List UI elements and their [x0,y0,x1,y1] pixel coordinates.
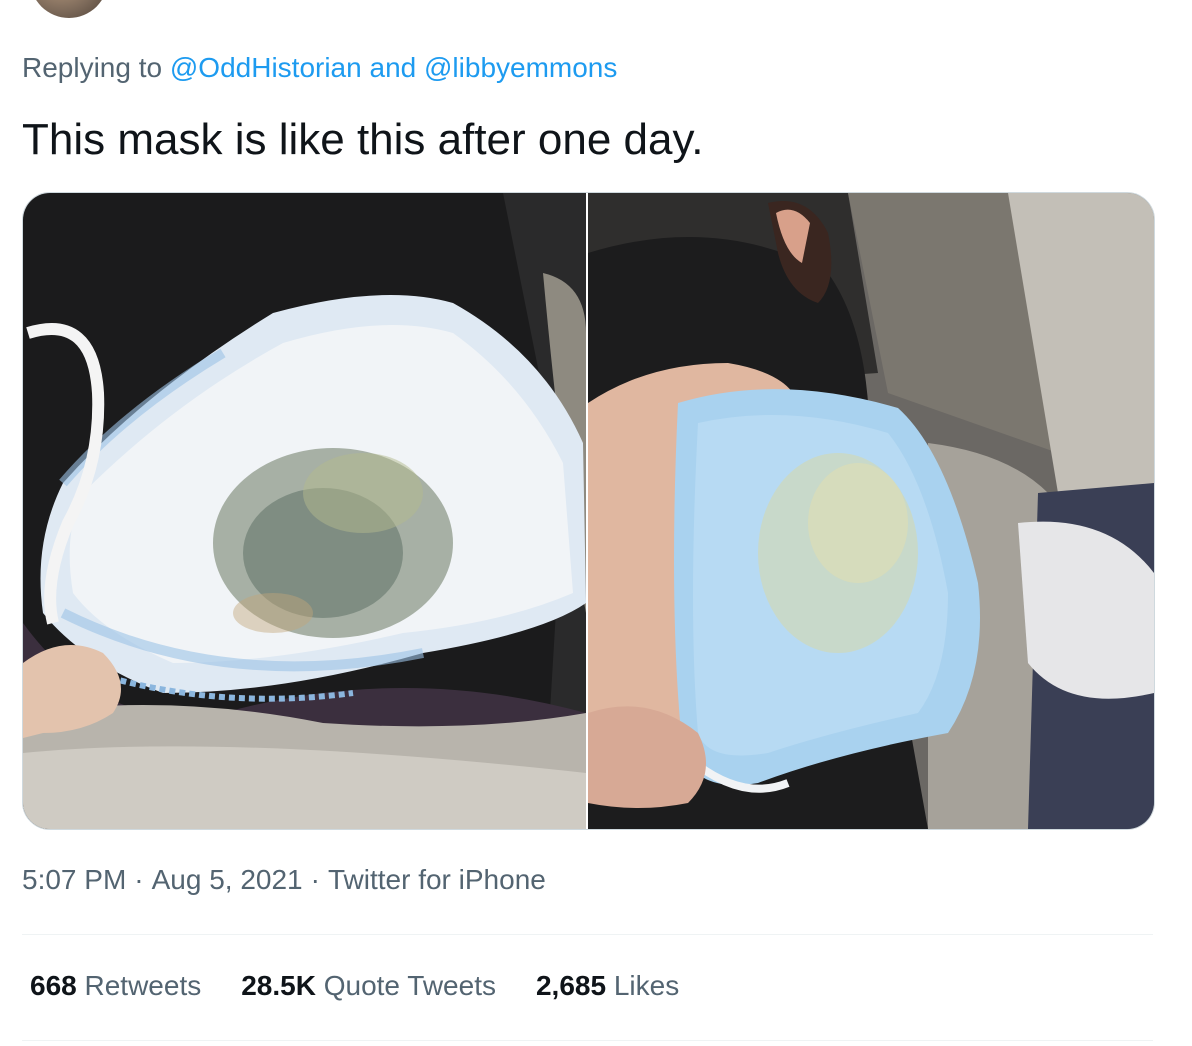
divider [22,1040,1153,1041]
mask-outside-photo [588,193,1154,829]
quote-tweets-count: 28.5K [241,970,316,1001]
replying-to-line: Replying to @OddHistorian and @libbyemmo… [22,52,617,84]
tweet-media-grid [22,192,1155,830]
divider [22,934,1153,935]
retweets-count: 668 [30,970,77,1001]
likes-stat[interactable]: 2,685 Likes [536,970,679,1002]
quote-tweets-label: Quote Tweets [323,970,496,1001]
tweet-meta: 5:07 PM · Aug 5, 2021 · Twitter for iPhone [22,864,546,896]
media-photo-right[interactable] [588,193,1154,829]
avatar[interactable] [30,0,108,18]
retweets-stat[interactable]: 668 Retweets [30,970,201,1002]
tweet-source[interactable]: Twitter for iPhone [328,864,546,895]
meta-separator: · [310,864,320,895]
mention-conjunction: and [369,52,417,83]
tweet-text: This mask is like this after one day. [22,115,704,164]
media-photo-left[interactable] [23,193,586,829]
tweet-stats: 668 Retweets 28.5K Quote Tweets 2,685 Li… [30,970,719,1002]
tweet-time[interactable]: 5:07 PM [22,864,126,895]
likes-label: Likes [613,970,680,1001]
likes-count: 2,685 [535,970,607,1001]
meta-separator: · [134,864,144,895]
retweets-label: Retweets [84,970,202,1001]
tweet-date[interactable]: Aug 5, 2021 [152,864,303,895]
quote-tweets-stat[interactable]: 28.5K Quote Tweets [241,970,496,1002]
mask-inside-photo [23,193,586,829]
replying-to-label: Replying to [22,52,163,83]
mention-link-libbyemmons[interactable]: @libbyemmons [424,52,617,83]
mention-link-oddhistorian[interactable]: @OddHistorian [170,52,362,83]
